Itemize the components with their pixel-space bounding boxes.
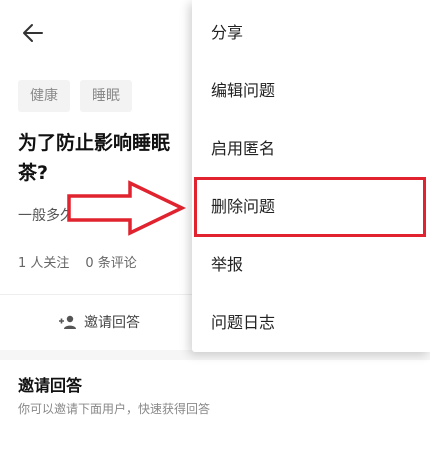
menu-item-edit-question[interactable]: 编辑问题: [192, 62, 430, 120]
overflow-menu: 分享 编辑问题 启用匿名 删除问题 举报 问题日志: [192, 0, 430, 352]
question-stats: 1 人关注 0 条评论: [18, 252, 137, 271]
back-arrow-icon[interactable]: [20, 20, 46, 46]
question-title: 为了防止影响睡眠 茶?: [18, 128, 198, 188]
annotation-arrow-icon: [67, 180, 186, 236]
menu-item-share[interactable]: 分享: [192, 4, 430, 62]
menu-item-question-log[interactable]: 问题日志: [192, 294, 430, 352]
menu-item-enable-anonymous[interactable]: 启用匿名: [192, 120, 430, 178]
topic-tags: 健康 睡眠: [18, 80, 132, 112]
add-user-icon: [59, 315, 76, 329]
comments-count[interactable]: 0 条评论: [85, 252, 136, 271]
invite-answer-label: 邀请回答: [84, 315, 140, 331]
question-title-line2: 茶?: [18, 162, 49, 184]
invite-section-subtitle: 你可以邀请下面用户，快速获得回答: [18, 402, 211, 416]
question-title-line1: 为了防止影响睡眠: [18, 132, 171, 154]
menu-item-report[interactable]: 举报: [192, 236, 430, 294]
tag-health[interactable]: 健康: [18, 80, 70, 112]
invite-answer-button[interactable]: 邀请回答: [58, 312, 140, 332]
menu-item-delete-question[interactable]: 删除问题: [192, 178, 430, 236]
invite-section-title: 邀请回答: [18, 376, 83, 395]
followers-count: 1 人关注: [18, 256, 70, 271]
tag-sleep[interactable]: 睡眠: [80, 80, 132, 112]
